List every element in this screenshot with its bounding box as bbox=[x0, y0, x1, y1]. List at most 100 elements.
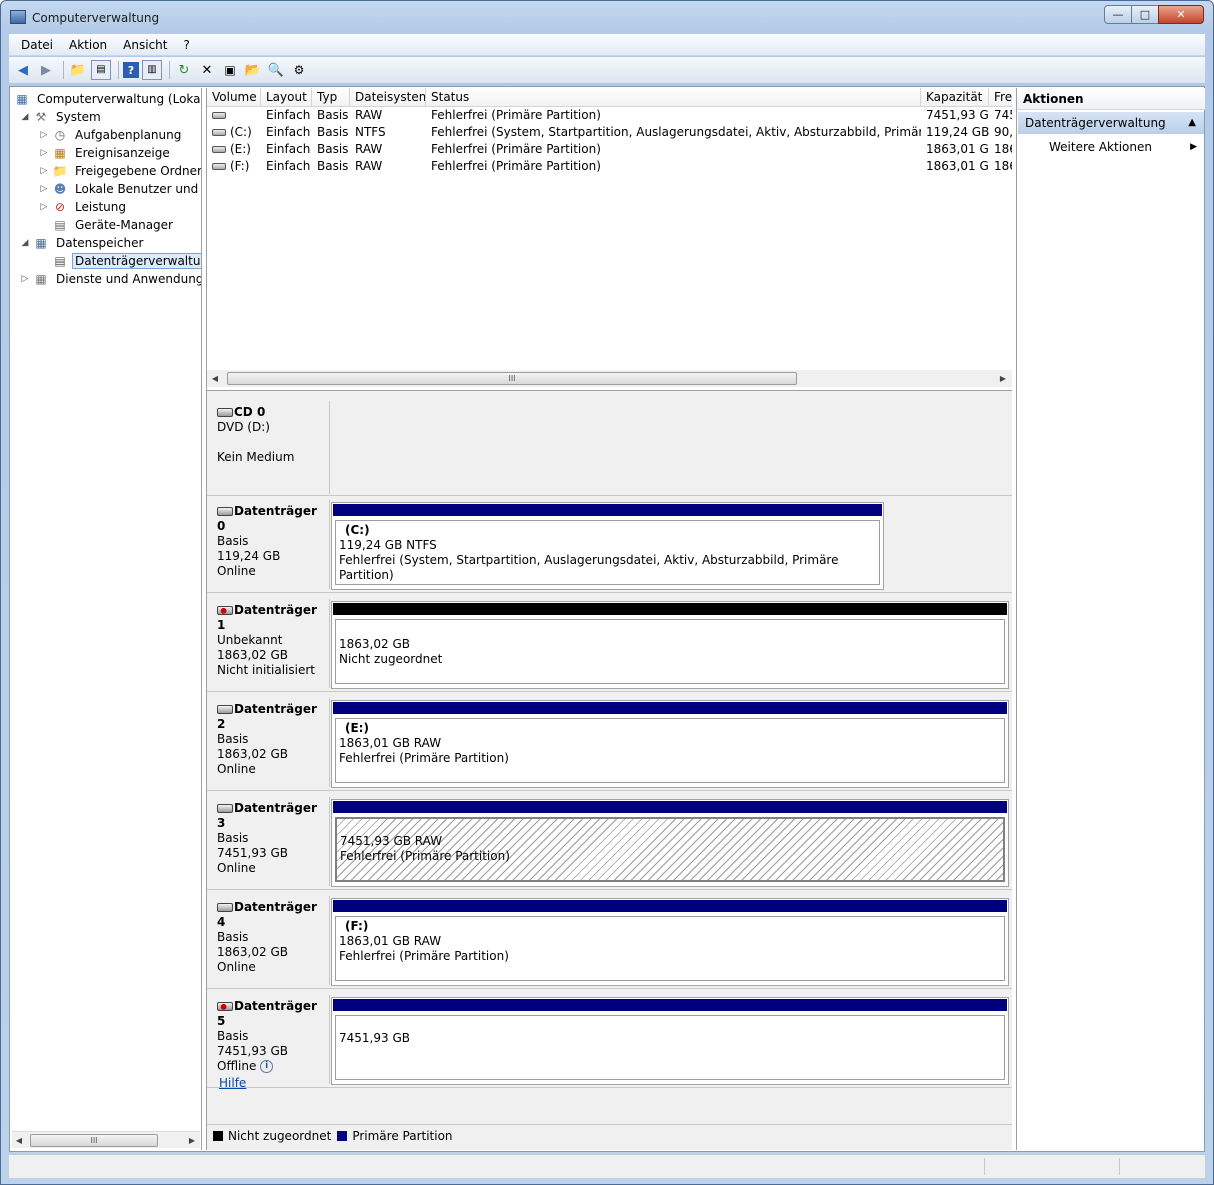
column-header-layout[interactable]: Layout bbox=[261, 88, 312, 107]
expand-icon[interactable]: ▷ bbox=[39, 148, 49, 158]
tree-item-root[interactable]: ▦ Computerverwaltung (Lokal) bbox=[14, 90, 201, 108]
disk-name: CD 0 bbox=[234, 405, 266, 419]
menu-datei[interactable]: Datei bbox=[13, 38, 61, 52]
scroll-right-icon[interactable]: ▶ bbox=[186, 1134, 198, 1147]
menu-ansicht[interactable]: Ansicht bbox=[115, 38, 175, 52]
disk-size: 1863,02 GB bbox=[217, 747, 288, 761]
scroll-thumb[interactable]: III bbox=[227, 372, 797, 385]
menu-help[interactable]: ? bbox=[175, 38, 197, 52]
partition-c[interactable]: (C:) 119,24 GB NTFS Fehlerfrei (System, … bbox=[331, 502, 884, 590]
tree-item-aufgabenplanung[interactable]: ▷ ◷ Aufgabenplanung bbox=[39, 126, 184, 144]
collapse-icon[interactable]: ◢ bbox=[20, 112, 30, 122]
open-folder-icon[interactable]: 📂 bbox=[243, 60, 263, 80]
up-folder-icon[interactable]: 📁 bbox=[68, 60, 88, 80]
column-header-freier-speicher[interactable]: Freier Speicher bbox=[989, 88, 1012, 107]
disk-label[interactable]: Datenträger 2 Basis 1863,02 GB Online bbox=[207, 698, 330, 787]
back-icon[interactable]: ◀ bbox=[13, 60, 33, 80]
tree-item-datenspeicher[interactable]: ◢ ▦ Datenspeicher bbox=[20, 234, 146, 252]
scroll-left-icon[interactable]: ◀ bbox=[13, 1134, 25, 1147]
partition-offline[interactable]: 7451,93 GB bbox=[331, 997, 1009, 1085]
more-actions-label: Weitere Aktionen bbox=[1049, 140, 1152, 154]
disk-type: Unbekannt bbox=[217, 633, 283, 647]
disk-label[interactable]: Datenträger 0 Basis 119,24 GB Online bbox=[207, 500, 330, 589]
refresh-icon[interactable]: ↻ bbox=[174, 60, 194, 80]
show-hide-tree-icon[interactable]: ▤ bbox=[91, 60, 111, 80]
tree-item-system[interactable]: ◢ ⚒ System bbox=[20, 108, 104, 126]
partition-bar bbox=[333, 801, 1007, 813]
delete-icon[interactable]: ✕ bbox=[197, 60, 217, 80]
scroll-left-icon[interactable]: ◀ bbox=[209, 372, 221, 385]
help-icon[interactable]: ? bbox=[123, 62, 139, 78]
expand-icon[interactable]: ▷ bbox=[39, 166, 49, 176]
settings-icon[interactable]: ⚙ bbox=[289, 60, 309, 80]
more-actions-item[interactable]: Weitere Aktionen ▶ bbox=[1017, 138, 1205, 156]
column-header-typ[interactable]: Typ bbox=[312, 88, 350, 107]
tree-item-ereignisanzeige[interactable]: ▷ ▦ Ereignisanzeige bbox=[39, 144, 173, 162]
partition-selected-raw[interactable]: 7451,93 GB RAW Fehlerfrei (Primäre Parti… bbox=[331, 799, 1009, 887]
maximize-button[interactable]: □ bbox=[1131, 5, 1159, 24]
table-row[interactable]: (E:) Einfach Basis RAW Fehlerfrei (Primä… bbox=[207, 141, 1012, 158]
properties-icon[interactable]: ▣ bbox=[220, 60, 240, 80]
partition-size: 1863,01 GB RAW bbox=[339, 934, 442, 948]
partition-e[interactable]: (E:) 1863,01 GB RAW Fehlerfrei (Primäre … bbox=[331, 700, 1009, 788]
disk-error-icon bbox=[217, 1002, 233, 1011]
cell-typ: Basis bbox=[317, 108, 349, 122]
volume-list-horizontal-scrollbar[interactable]: ◀ III ▶ bbox=[207, 370, 1012, 387]
disk-label[interactable]: Datenträger 4 Basis 1863,02 GB Online bbox=[207, 896, 330, 985]
close-button[interactable]: ✕ bbox=[1158, 5, 1204, 24]
forward-icon[interactable]: ▶ bbox=[36, 60, 56, 80]
tree-item-freigegebene-ordner[interactable]: ▷ 📁 Freigegebene Ordner bbox=[39, 162, 201, 180]
cell-freier-speicher: 1863,01 GB bbox=[994, 159, 1012, 173]
table-row[interactable]: (F:) Einfach Basis RAW Fehlerfrei (Primä… bbox=[207, 158, 1012, 175]
table-row[interactable]: (C:) Einfach Basis NTFS Fehlerfrei (Syst… bbox=[207, 124, 1012, 141]
tree-item-leistung[interactable]: ▷ ⊘ Leistung bbox=[39, 198, 129, 216]
scroll-right-icon[interactable]: ▶ bbox=[997, 372, 1009, 385]
actions-section-header[interactable]: Datenträgerverwaltung ▲ bbox=[1018, 112, 1204, 134]
expand-icon[interactable]: ▷ bbox=[39, 184, 49, 194]
help-link[interactable]: Hilfe bbox=[217, 1076, 246, 1090]
disk-row-3: Datenträger 3 Basis 7451,93 GB Online 74… bbox=[207, 793, 1012, 890]
search-icon[interactable]: 🔍 bbox=[266, 60, 286, 80]
computer-management-icon bbox=[10, 10, 26, 24]
menu-bar: Datei Aktion Ansicht ? bbox=[9, 34, 1205, 56]
column-header-kapazitaet[interactable]: Kapazität bbox=[921, 88, 989, 107]
partition-unallocated[interactable]: 1863,02 GB Nicht zugeordnet bbox=[331, 601, 1009, 689]
column-header-status[interactable]: Status bbox=[426, 88, 921, 107]
window-title: Computerverwaltung bbox=[32, 11, 160, 25]
cell-status: Fehlerfrei (Primäre Partition) bbox=[431, 159, 601, 173]
minimize-button[interactable]: — bbox=[1104, 5, 1132, 24]
partition-f[interactable]: (F:) 1863,01 GB RAW Fehlerfrei (Primäre … bbox=[331, 898, 1009, 986]
title-bar[interactable]: Computerverwaltung — □ ✕ bbox=[1, 1, 1213, 33]
menu-aktion[interactable]: Aktion bbox=[61, 38, 115, 52]
partition-status: Fehlerfrei (Primäre Partition) bbox=[339, 751, 509, 765]
table-row[interactable]: Einfach Basis RAW Fehlerfrei (Primäre Pa… bbox=[207, 107, 1012, 124]
shared-folder-icon: 📁 bbox=[52, 164, 68, 178]
disk-icon bbox=[217, 705, 233, 714]
expand-icon[interactable]: ▷ bbox=[39, 130, 49, 140]
expand-icon[interactable]: ▷ bbox=[39, 202, 49, 212]
tree-item-datentraegerverwaltung[interactable]: ▤ Datenträgerverwaltung bbox=[52, 252, 201, 270]
tree-item-lokale-benutzer[interactable]: ▷ ☻ Lokale Benutzer und Gruppen bbox=[39, 180, 201, 198]
collapse-icon[interactable]: ◢ bbox=[20, 238, 30, 248]
status-segment bbox=[1119, 1158, 1120, 1175]
tree-item-dienste[interactable]: ▷ ▦ Dienste und Anwendungen bbox=[20, 270, 201, 288]
expand-icon[interactable]: ▷ bbox=[20, 274, 30, 284]
tree-item-geraete-manager[interactable]: ▤ Geräte-Manager bbox=[52, 216, 176, 234]
info-icon[interactable]: i bbox=[260, 1060, 274, 1073]
disk-label[interactable]: Datenträger 5 Basis 7451,93 GB Offline i… bbox=[207, 995, 330, 1090]
legend-label: Nicht zugeordnet bbox=[228, 1128, 332, 1143]
tree-item-label: Aufgabenplanung bbox=[75, 128, 182, 142]
event-viewer-icon: ▦ bbox=[54, 146, 66, 160]
disk-icon bbox=[217, 903, 233, 912]
scroll-thumb[interactable]: III bbox=[30, 1134, 158, 1147]
disk-label[interactable]: CD 0 DVD (D:) Kein Medium bbox=[207, 401, 330, 494]
collapse-up-icon[interactable]: ▲ bbox=[1188, 112, 1196, 134]
column-header-dateisystem[interactable]: Dateisystem bbox=[350, 88, 426, 107]
disk-label[interactable]: Datenträger 1 Unbekannt 1863,02 GB Nicht… bbox=[207, 599, 330, 688]
cell-volume: (E:) bbox=[207, 141, 261, 158]
partition-size: 7451,93 GB RAW bbox=[340, 834, 443, 848]
disk-label[interactable]: Datenträger 3 Basis 7451,93 GB Online bbox=[207, 797, 330, 886]
tree-horizontal-scrollbar[interactable]: ◀ III ▶ bbox=[12, 1131, 200, 1148]
show-hide-action-pane-icon[interactable]: ▥ bbox=[142, 60, 162, 80]
column-header-volume[interactable]: Volume bbox=[207, 88, 261, 107]
